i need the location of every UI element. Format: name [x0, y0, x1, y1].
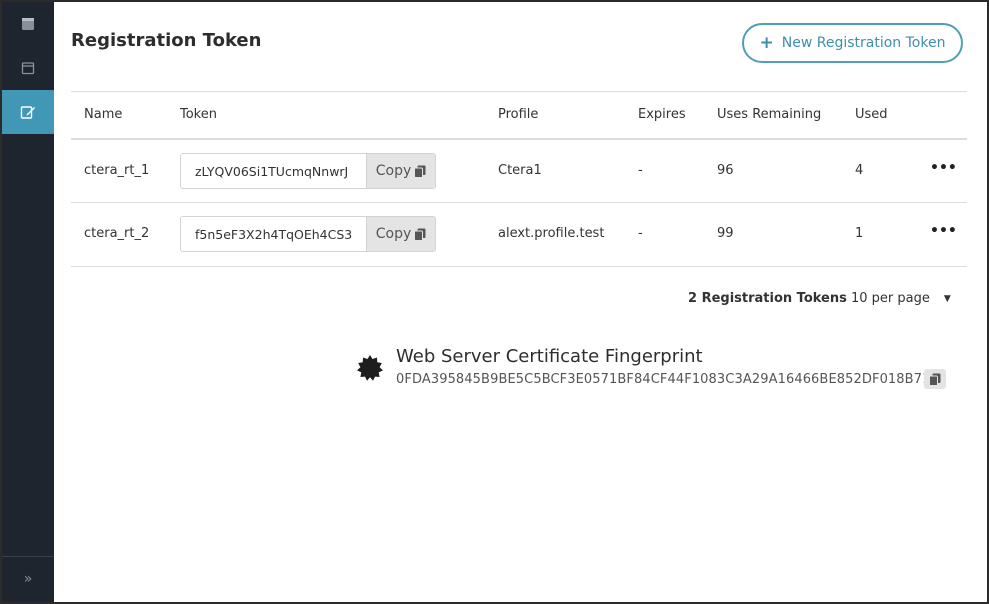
- table-top-border: [71, 91, 967, 92]
- sidebar-item-calendar[interactable]: [2, 46, 54, 90]
- copy-token-button[interactable]: Copy: [366, 217, 435, 251]
- copy-icon: [414, 165, 426, 178]
- token-expires: -: [638, 163, 643, 178]
- column-header-profile[interactable]: Profile: [498, 107, 538, 122]
- sidebar-item-dashboard[interactable]: [2, 2, 54, 46]
- token-name: ctera_rt_1: [84, 163, 150, 178]
- row-actions-menu-icon[interactable]: •••: [930, 223, 957, 239]
- token-profile: alext.profile.test: [498, 226, 605, 241]
- table-row-divider: [71, 202, 967, 203]
- new-registration-token-button[interactable]: + New Registration Token: [742, 23, 963, 63]
- sidebar-divider: [2, 556, 54, 557]
- column-header-expires[interactable]: Expires: [638, 107, 686, 122]
- certificate-title: Web Server Certificate Fingerprint: [396, 346, 703, 367]
- copy-icon: [414, 228, 426, 241]
- copy-label: Copy: [375, 226, 412, 242]
- token-count-label: 2 Registration Tokens: [688, 291, 847, 306]
- table-bottom-border: [71, 266, 967, 267]
- dashboard-icon: [22, 18, 34, 30]
- column-header-used[interactable]: Used: [855, 107, 888, 122]
- token-used: 1: [855, 226, 864, 241]
- calendar-icon: [21, 62, 35, 75]
- copy-icon: [929, 373, 941, 386]
- double-chevron-right-icon: »: [23, 571, 33, 587]
- token-field: f5n5eF3X2h4TqOEh4CS3 Copy: [180, 216, 436, 252]
- certificate-fingerprint: 0FDA395845B9BE5C5BCF3E0571BF84CF44F1083C…: [396, 372, 939, 387]
- copy-token-button[interactable]: Copy: [366, 154, 435, 188]
- caret-down-icon: ▼: [943, 293, 951, 304]
- token-uses-remaining: 99: [717, 226, 734, 241]
- sidebar-item-edit[interactable]: [2, 90, 54, 134]
- column-header-token[interactable]: Token: [180, 107, 217, 122]
- token-profile: Ctera1: [498, 163, 542, 178]
- column-header-name[interactable]: Name: [84, 107, 122, 122]
- plus-icon: +: [759, 33, 774, 53]
- new-registration-token-label: New Registration Token: [781, 35, 946, 51]
- per-page-value: 10 per page: [851, 291, 930, 306]
- token-input[interactable]: zLYQV06Si1TUcmqNnwrJ: [181, 154, 366, 188]
- token-expires: -: [638, 226, 643, 241]
- row-actions-menu-icon[interactable]: •••: [930, 160, 957, 176]
- token-field: zLYQV06Si1TUcmqNnwrJ Copy: [180, 153, 436, 189]
- token-name: ctera_rt_2: [84, 226, 150, 241]
- edit-icon: [20, 106, 35, 119]
- sidebar: »: [2, 2, 54, 602]
- column-header-uses-remaining[interactable]: Uses Remaining: [717, 107, 821, 122]
- token-uses-remaining: 96: [717, 163, 734, 178]
- certificate-badge-icon: [357, 355, 383, 381]
- page-title: Registration Token: [71, 30, 262, 51]
- token-used: 4: [855, 163, 864, 178]
- copy-fingerprint-button[interactable]: [924, 369, 946, 389]
- copy-label: Copy: [375, 163, 412, 179]
- token-input[interactable]: f5n5eF3X2h4TqOEh4CS3: [181, 217, 366, 251]
- per-page-select[interactable]: 10 per page ▼: [851, 291, 951, 306]
- collapse-sidebar-button[interactable]: »: [2, 564, 54, 594]
- table-header-border: [71, 138, 967, 140]
